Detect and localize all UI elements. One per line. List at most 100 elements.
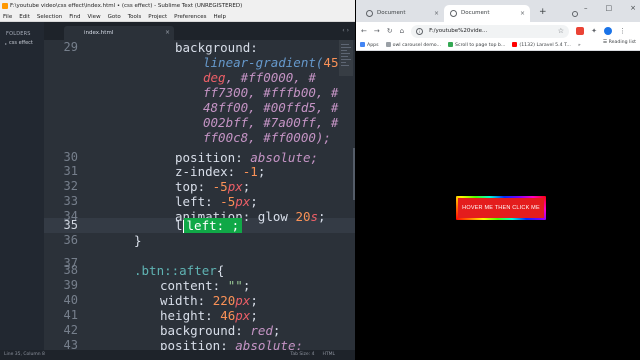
code-line-33: left: -5px; bbox=[175, 194, 258, 209]
bookmarks-bar: Apps owl carousel demo... Scroll to page… bbox=[356, 40, 640, 51]
forward-icon[interactable]: → bbox=[374, 27, 380, 35]
menu-goto[interactable]: Goto bbox=[108, 12, 121, 21]
maximize-button[interactable]: □ bbox=[606, 4, 613, 12]
bookmarks-overflow[interactable]: » bbox=[578, 43, 581, 48]
menu-view[interactable]: View bbox=[88, 12, 101, 21]
browser-toolbar: ← → ↻ ⌂ i F:/youtube%20vide... ☆ ✦ ⋮ bbox=[356, 22, 640, 40]
caret-right-icon: ▸ bbox=[5, 40, 8, 46]
code-line-29-wrap-1: linear-gradient(45 bbox=[203, 55, 339, 70]
window-title-bar: F:\youtube video\css effect\index.html •… bbox=[0, 0, 355, 12]
vertical-scrollbar[interactable] bbox=[353, 148, 355, 200]
extension-icon[interactable] bbox=[576, 27, 585, 35]
code-line-29-wrap-2: deg, #ff0000, # bbox=[203, 70, 316, 85]
close-window-button[interactable]: × bbox=[630, 4, 636, 12]
tab-index-html[interactable]: index.html × bbox=[64, 26, 174, 40]
minimap[interactable] bbox=[339, 40, 353, 350]
tab-title: Document bbox=[377, 10, 406, 16]
bookmark-star-icon[interactable]: ☆ bbox=[558, 25, 564, 38]
tab-title: Document bbox=[461, 10, 490, 16]
browser-tab-document-1[interactable]: Document × bbox=[360, 5, 444, 22]
menu-tools[interactable]: Tools bbox=[128, 12, 142, 21]
globe-icon bbox=[366, 10, 373, 17]
url-text[interactable]: F:/youtube%20vide... bbox=[429, 28, 487, 34]
autocomplete-suggestion[interactable]: left: ; bbox=[183, 218, 243, 233]
editor-tab-bar: index.html × ‹ › bbox=[44, 22, 355, 40]
code-line-31: z-index: -1; bbox=[175, 164, 266, 179]
line-number: 38 bbox=[63, 263, 78, 277]
status-bar: Line 35, Column 8 Tab Size: 4 HTML bbox=[0, 350, 355, 360]
sidebar-folder-css-effect[interactable]: ▸ css effect bbox=[0, 37, 44, 46]
code-line-29-wrap-3: ff7300, #fffb00, # bbox=[203, 85, 339, 100]
code-line-35: l left: ; bbox=[175, 218, 243, 233]
minimize-button[interactable]: – bbox=[584, 4, 588, 12]
line-number: 39 bbox=[63, 278, 78, 292]
status-tab-size[interactable]: Tab Size: 4 bbox=[290, 350, 314, 360]
status-syntax[interactable]: HTML bbox=[322, 350, 335, 360]
new-tab-button[interactable]: + bbox=[539, 7, 547, 17]
menu-file[interactable]: File bbox=[3, 12, 12, 21]
window-title: F:\youtube video\css effect\index.html •… bbox=[10, 3, 243, 9]
menu-selection[interactable]: Selection bbox=[37, 12, 62, 21]
browser-tab-document-2-active[interactable]: Document × bbox=[444, 5, 530, 22]
tab-scroll-arrows-icon[interactable]: ‹ › bbox=[342, 27, 349, 34]
menu-edit[interactable]: Edit bbox=[19, 12, 30, 21]
code-line-39: content: ""; bbox=[160, 278, 251, 293]
line-number: 40 bbox=[63, 293, 78, 307]
code-line-41: height: 46px; bbox=[160, 308, 258, 323]
menu-find[interactable]: Find bbox=[69, 12, 80, 21]
browser-tab-strip: Document × Document × + – □ × bbox=[356, 0, 640, 22]
menu-help[interactable]: Help bbox=[213, 12, 226, 21]
line-number: 36 bbox=[63, 233, 78, 247]
back-icon[interactable]: ← bbox=[361, 27, 367, 35]
reading-list-button[interactable]: ☰ Reading list bbox=[603, 40, 636, 45]
close-icon[interactable]: × bbox=[520, 5, 525, 22]
chrome-window: Document × Document × + – □ × ← → ↻ ⌂ i … bbox=[356, 0, 640, 360]
minimap-viewport[interactable] bbox=[339, 40, 353, 76]
bookmark-favicon-icon bbox=[448, 42, 454, 47]
bookmark-favicon-icon bbox=[385, 42, 391, 47]
code-line-29-wrap-6: ff00c8, #ff0000); bbox=[203, 130, 331, 145]
sublime-window: F:\youtube video\css effect\index.html •… bbox=[0, 0, 355, 360]
close-icon[interactable]: × bbox=[165, 26, 170, 40]
home-icon[interactable]: ⌂ bbox=[400, 27, 404, 35]
line-number: 42 bbox=[63, 323, 78, 337]
line-number: 29 bbox=[63, 40, 78, 54]
bookmark-laravel[interactable]: (1132) Laravel 5.4 T... bbox=[512, 42, 571, 48]
line-number: 33 bbox=[63, 194, 78, 208]
menu-bar: File Edit Selection Find View Goto Tools… bbox=[0, 12, 355, 22]
page-viewport: HOVER ME THEN CLICK ME bbox=[356, 51, 640, 360]
line-number-active: 35 bbox=[63, 218, 78, 232]
menu-project[interactable]: Project bbox=[148, 12, 167, 21]
code-line-30: position: absolute; bbox=[175, 150, 318, 165]
code-editor[interactable]: 29 30 31 32 33 34 35 36 37 38 39 40 41 4… bbox=[44, 40, 355, 350]
bookmark-owl-carousel[interactable]: owl carousel demo... bbox=[385, 42, 441, 48]
close-icon[interactable]: × bbox=[434, 5, 439, 22]
line-number: 43 bbox=[63, 338, 78, 350]
code-line-42: background: red; bbox=[160, 323, 281, 338]
youtube-icon bbox=[512, 42, 518, 47]
line-number: 32 bbox=[63, 179, 78, 193]
info-icon[interactable]: i bbox=[416, 27, 424, 35]
line-number-gutter: 29 30 31 32 33 34 35 36 37 38 39 40 41 4… bbox=[44, 40, 84, 350]
menu-kebab-icon[interactable]: ⋮ bbox=[619, 27, 626, 35]
folders-heading: FOLDERS bbox=[6, 31, 31, 37]
tab-search-icon[interactable] bbox=[572, 11, 578, 17]
window-controls: – □ × bbox=[584, 4, 636, 12]
bookmark-apps[interactable]: Apps bbox=[360, 42, 379, 48]
profile-avatar-icon[interactable] bbox=[603, 27, 612, 35]
code-line-36: } bbox=[134, 233, 142, 248]
reload-icon[interactable]: ↻ bbox=[387, 27, 393, 35]
code-area[interactable]: background: linear-gradient(45 deg, #ff0… bbox=[84, 40, 344, 350]
code-line-43: position: absolute; bbox=[160, 338, 303, 350]
status-cursor-position: Line 35, Column 8 bbox=[4, 352, 45, 357]
code-line-29: background: bbox=[175, 40, 258, 55]
menu-preferences[interactable]: Preferences bbox=[174, 12, 206, 21]
hover-me-button[interactable]: HOVER ME THEN CLICK ME bbox=[458, 198, 544, 218]
bookmark-scroll-to-top[interactable]: Scroll to page top b... bbox=[448, 42, 505, 48]
extensions-puzzle-icon[interactable]: ✦ bbox=[591, 27, 597, 35]
code-line-40: width: 220px; bbox=[160, 293, 258, 308]
line-number: 31 bbox=[63, 164, 78, 178]
apps-grid-icon bbox=[360, 42, 365, 47]
tab-label: index.html bbox=[84, 30, 114, 36]
address-bar[interactable]: i F:/youtube%20vide... ☆ bbox=[411, 24, 570, 38]
